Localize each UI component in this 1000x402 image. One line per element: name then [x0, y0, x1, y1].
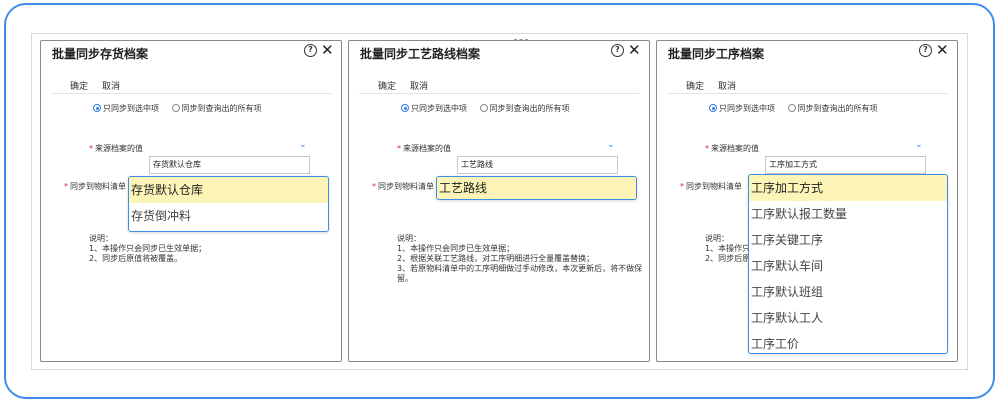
dropdown-option[interactable]: 工序默认班组 [749, 279, 947, 305]
dropdown-option[interactable]: 工序工价 [749, 331, 947, 353]
source-field-label: * 来源档案的值 [89, 144, 143, 153]
source-dropdown-list: 工序加工方式 工序默认报工数量 工序关键工序 工序默认车间 工序默认班组 工序默… [748, 174, 948, 354]
target-field-label: * 同步到物料清单 [64, 182, 126, 191]
notes-title: 说明： [89, 234, 113, 243]
notes-block: 说明： 1、本操作只 2、同步后原 [705, 234, 750, 264]
note-line: 2、同步后原值将被覆盖。 [89, 254, 183, 263]
radio-selected-only[interactable] [401, 104, 409, 112]
notes-title: 说明： [705, 234, 729, 243]
close-icon[interactable]: ✕ [321, 41, 334, 59]
dropdown-option[interactable]: 存货默认仓库 [129, 177, 328, 203]
confirm-button[interactable]: 确定 [686, 79, 704, 92]
notes-block: 说明： 1、本操作只会同步已生效单据； 2、同步后原值将被覆盖。 [89, 234, 206, 264]
cancel-button[interactable]: 取消 [102, 79, 120, 92]
help-circle-icon[interactable]: ? [611, 44, 624, 57]
note-line: 2、同步后原 [705, 254, 751, 263]
radio-all-items[interactable] [171, 104, 180, 112]
close-icon[interactable]: ✕ [936, 41, 949, 59]
radio-all-label: 同步到查询出的所有项 [797, 104, 878, 113]
dropdown-option[interactable]: 工序默认工人 [749, 305, 947, 331]
radio-selected-label: 只同步到选中项 [719, 104, 775, 113]
source-field-label: * 来源档案的值 [705, 144, 759, 153]
dialog-sync-routing: 批量同步工艺路线档案 ? ✕ 确定 取消 只同步到选中项 同步到查询出的所有项 … [348, 39, 650, 362]
dialog-title: 批量同步工艺路线档案 [360, 47, 481, 61]
dropdown-option[interactable]: 工序关键工序 [749, 227, 947, 253]
target-field-label: * 同步到物料清单 [680, 182, 742, 191]
note-line: 2、根据关联工艺路线，对工序明细进行全量覆盖替换； [397, 254, 595, 263]
note-line: 留。 [397, 274, 413, 283]
note-line: 1、本操作只会同步已生效单据； [397, 244, 515, 253]
radio-selected-only[interactable] [93, 104, 101, 112]
source-select[interactable]: 工序加工方式 [765, 156, 926, 174]
source-select[interactable]: 存货默认仓库 [149, 156, 310, 174]
notes-block: 说明： 1、本操作只会同步已生效单据； 2、根据关联工艺路线，对工序明细进行全量… [397, 234, 642, 284]
sync-scope-radio-group: 只同步到选中项 同步到查询出的所有项 [93, 103, 272, 114]
note-line: 3、若原物料清单中的工序明细做过手动修改，本次更新后，将不做保 [397, 264, 643, 273]
chevron-down-icon[interactable]: ⌄ [299, 141, 307, 150]
dialog-toolbar: 确定 取消 [667, 79, 947, 94]
dialog-sync-inventory: 批量同步存货档案 ? ✕ 确定 取消 只同步到选中项 同步到查询出的所有项 * 来… [40, 40, 342, 362]
radio-all-items[interactable] [479, 104, 488, 112]
target-field-label: * 同步到物料清单 [372, 182, 434, 191]
source-field-label: * 来源档案的值 [397, 144, 451, 153]
notes-title: 说明： [397, 234, 421, 243]
dialog-title: 批量同步工序档案 [668, 47, 765, 61]
help-circle-icon[interactable]: ? [304, 44, 317, 57]
note-line: 1、本操作只会同步已生效单据； [89, 244, 207, 253]
confirm-button[interactable]: 确定 [378, 79, 396, 92]
confirm-button[interactable]: 确定 [70, 79, 88, 92]
cancel-button[interactable]: 取消 [410, 79, 428, 92]
dialog-sync-process: 批量同步工序档案 ? ✕ 确定 取消 只同步到选中项 同步到查询出的所有项 * 来… [656, 40, 958, 362]
dropdown-option[interactable]: 工序默认车间 [749, 253, 947, 279]
dropdown-option[interactable]: 工序默认报工数量 [749, 201, 947, 227]
radio-selected-label: 只同步到选中项 [411, 104, 467, 113]
chevron-down-icon[interactable]: ⌄ [915, 141, 923, 150]
source-select[interactable]: 工艺路线 [457, 156, 618, 174]
close-icon[interactable]: ✕ [628, 41, 641, 59]
radio-selected-label: 只同步到选中项 [103, 104, 159, 113]
dialog-toolbar: 确定 取消 [359, 79, 639, 94]
sync-scope-radio-group: 只同步到选中项 同步到查询出的所有项 [401, 103, 580, 114]
dropdown-option[interactable]: 工序加工方式 [749, 175, 947, 201]
dropdown-option[interactable]: 存货倒冲料 [129, 203, 328, 229]
dialog-title: 批量同步存货档案 [52, 47, 149, 61]
divider [514, 39, 528, 40]
dropdown-option[interactable]: 工艺路线 [437, 177, 636, 199]
sync-scope-radio-group: 只同步到选中项 同步到查询出的所有项 [709, 103, 888, 114]
help-circle-icon[interactable]: ? [919, 44, 932, 57]
radio-all-label: 同步到查询出的所有项 [489, 104, 570, 113]
radio-selected-only[interactable] [709, 104, 717, 112]
source-dropdown-list: 工艺路线 [436, 176, 637, 200]
radio-all-label: 同步到查询出的所有项 [181, 104, 262, 113]
radio-all-items[interactable] [787, 104, 796, 112]
chevron-down-icon[interactable]: ⌄ [607, 141, 615, 150]
note-line: 1、本操作只 [705, 244, 751, 253]
source-dropdown-list: 存货默认仓库 存货倒冲料 [128, 176, 329, 232]
dialog-toolbar: 确定 取消 [51, 79, 331, 94]
cancel-button[interactable]: 取消 [718, 79, 736, 92]
